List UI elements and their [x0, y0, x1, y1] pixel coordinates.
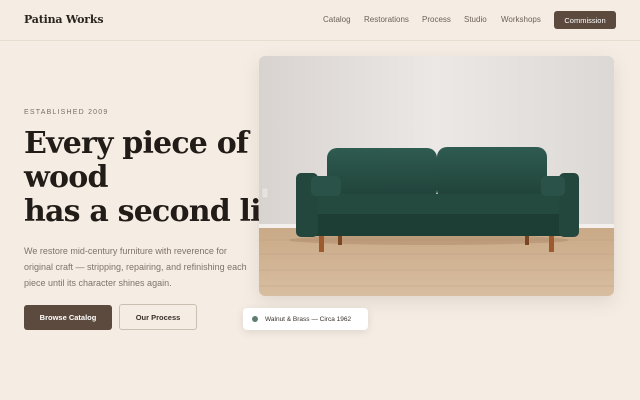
status-dot-icon	[252, 316, 258, 322]
nav-links: Catalog Restorations Process Studio Work…	[0, 15, 640, 27]
headline-line-1: Every piece of	[24, 126, 249, 161]
nav-link-process[interactable]: Process	[422, 15, 451, 24]
commission-button[interactable]: Commission	[554, 11, 616, 29]
hero-description: We restore mid-century furniture with re…	[24, 246, 247, 288]
hero-headline: Every piece of wood has a second life	[24, 126, 292, 229]
image-caption-chip: Walnut & Brass — Circa 1962	[243, 308, 368, 330]
nav-link-workshops[interactable]: Workshops	[501, 15, 541, 24]
hero-sofa-image	[259, 56, 614, 296]
our-process-button[interactable]: Our Process	[119, 304, 197, 330]
nav-link-studio[interactable]: Studio	[464, 15, 487, 24]
headline-line-3: has a second life	[24, 194, 292, 229]
headline-line-2: wood	[24, 160, 108, 195]
established-eyebrow: ESTABLISHED 2009	[24, 109, 109, 116]
caption-text: Walnut & Brass — Circa 1962	[265, 315, 352, 323]
top-navigation: Patina Works Catalog Restorations Proces…	[0, 0, 640, 41]
nav-link-catalog[interactable]: Catalog	[323, 15, 351, 24]
sofa-illustration	[259, 56, 614, 296]
browse-catalog-button[interactable]: Browse Catalog	[24, 305, 112, 330]
nav-link-restorations[interactable]: Restorations	[364, 15, 409, 24]
